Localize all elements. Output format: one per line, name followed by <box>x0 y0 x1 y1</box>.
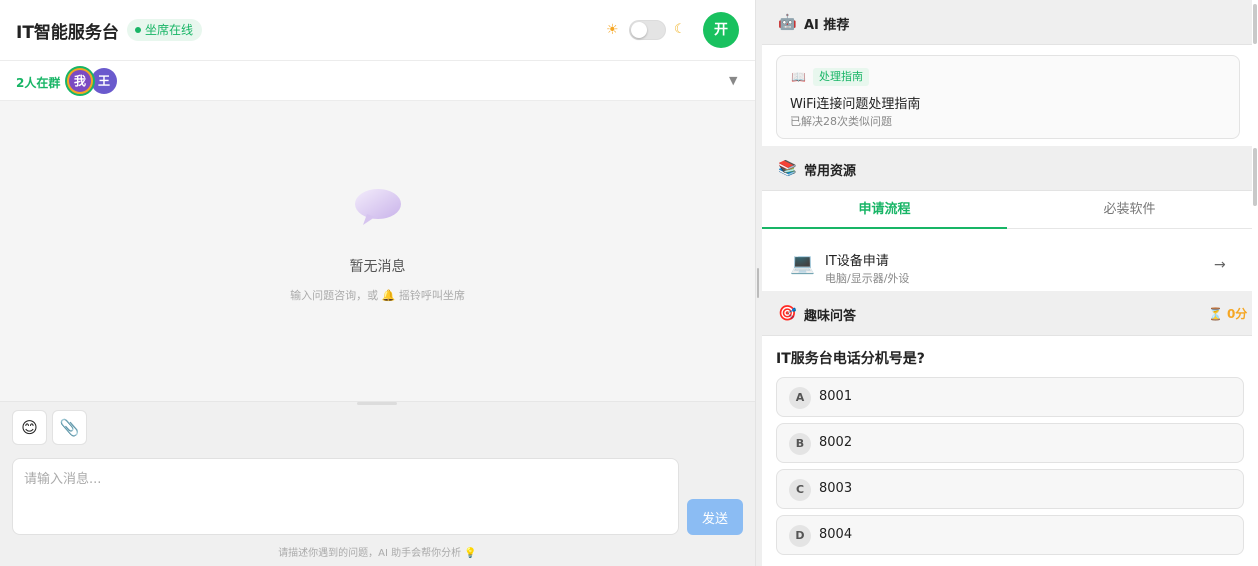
composer: 😊 📎 发送 请描述你遇到的问题，AI 助手会帮你分析 💡 <box>0 401 755 566</box>
quiz-option-c[interactable]: C 8003 <box>776 469 1244 509</box>
laptop-icon: 💻 <box>790 251 815 275</box>
toggle-knob <box>631 22 647 38</box>
members-count: 2人在群 <box>16 76 61 90</box>
side-panel: 🤖 AI 推荐 📖 处理指南 WiFi连接问题处理指南 已解决28次类似问题 📚… <box>762 0 1258 566</box>
quiz-question: IT服务台电话分机号是? <box>776 351 925 367</box>
members-bar[interactable]: 2人在群 我 王 ▼ <box>0 61 755 101</box>
option-text: 8004 <box>819 527 853 542</box>
tab-apply-process[interactable]: 申请流程 <box>762 191 1007 229</box>
emoji-button[interactable]: 😊 <box>12 410 47 445</box>
recommend-subtitle: 已解决28次类似问题 <box>790 115 892 128</box>
scrollbar-thumb[interactable] <box>1253 4 1257 44</box>
ai-section-title: AI 推荐 <box>804 18 850 33</box>
tab-required-software[interactable]: 必装软件 <box>1007 191 1252 229</box>
recommend-title: WiFi连接问题处理指南 <box>790 97 921 112</box>
option-text: 8002 <box>819 435 853 450</box>
bell-icon: 🔔 <box>381 289 396 302</box>
quiz-option-a[interactable]: A 8001 <box>776 377 1244 417</box>
resource-title: IT设备申请 <box>825 254 889 269</box>
chat-header: IT智能服务台 坐席在线 ☀ ☾ 开 <box>0 0 755 61</box>
composer-resize-handle[interactable] <box>357 402 397 405</box>
resource-subtitle: 电脑/显示器/外设 <box>825 272 910 285</box>
scrollbar-thumb[interactable] <box>1253 148 1257 206</box>
option-letter: B <box>789 433 811 455</box>
option-letter: D <box>789 525 811 547</box>
moon-icon: ☾ <box>674 22 686 37</box>
hourglass-icon: ⏳ <box>1208 307 1223 321</box>
chat-bubble-icon <box>355 189 401 225</box>
ai-section-header: 🤖 AI 推荐 <box>762 0 1252 45</box>
resource-item[interactable]: 💻 IT设备申请 电脑/显示器/外设 → <box>762 238 1252 290</box>
book-icon: 📖 <box>791 70 806 84</box>
robot-icon: 🤖 <box>778 13 797 31</box>
member-avatar-wang[interactable]: 王 <box>91 68 117 94</box>
recommend-tag: 处理指南 <box>813 68 869 86</box>
empty-title: 暂无消息 <box>349 259 406 275</box>
option-letter: C <box>789 479 811 501</box>
status-badge: 坐席在线 <box>127 19 203 41</box>
panel-splitter[interactable] <box>755 0 762 566</box>
splitter-grip[interactable] <box>757 268 759 298</box>
option-letter: A <box>789 387 811 409</box>
target-icon: 🎯 <box>778 304 797 322</box>
online-dot-icon <box>135 27 141 33</box>
chat-panel: IT智能服务台 坐席在线 ☀ ☾ 开 2人在群 我 王 ▼ 暂无消息 输入问题咨… <box>0 0 755 566</box>
quiz-score: ⏳ 0分 <box>1208 305 1247 322</box>
empty-hint: 输入问题咨询，或 🔔 摇铃呼叫坐席 <box>0 287 755 303</box>
send-button[interactable]: 发送 <box>687 499 743 535</box>
composer-hint: 请描述你遇到的问题，AI 助手会帮你分析 💡 <box>0 544 755 559</box>
empty-hint-text-2: 摇铃呼叫坐席 <box>398 289 465 302</box>
lightbulb-icon: 💡 <box>464 548 477 559</box>
page-title: IT智能服务台 <box>16 23 119 43</box>
recommend-card[interactable]: 📖 处理指南 WiFi连接问题处理指南 已解决28次类似问题 <box>776 55 1240 139</box>
sun-icon: ☀ <box>606 22 619 38</box>
option-text: 8003 <box>819 481 853 496</box>
theme-toggle[interactable] <box>629 20 666 40</box>
books-icon: 📚 <box>778 159 797 177</box>
composer-hint-text: 请描述你遇到的问题，AI 助手会帮你分析 <box>278 548 462 559</box>
member-avatar-me[interactable]: 我 <box>67 68 93 94</box>
empty-hint-text: 输入问题咨询，或 <box>290 289 379 302</box>
chevron-down-icon[interactable]: ▼ <box>729 74 737 87</box>
quiz-score-value: 0分 <box>1226 307 1248 321</box>
status-label: 坐席在线 <box>145 23 194 37</box>
arrow-right-icon: → <box>1214 257 1226 273</box>
quiz-option-b[interactable]: B 8002 <box>776 423 1244 463</box>
message-list: 暂无消息 输入问题咨询，或 🔔 摇铃呼叫坐席 <box>0 101 755 401</box>
quiz-option-d[interactable]: D 8004 <box>776 515 1244 555</box>
user-avatar[interactable]: 开 <box>703 12 739 48</box>
quiz-section-title: 趣味问答 <box>804 309 857 324</box>
quiz-section-header: 🎯 趣味问答 ⏳ 0分 <box>762 291 1252 336</box>
attach-button[interactable]: 📎 <box>52 410 87 445</box>
resource-tabs: 申请流程 必装软件 <box>762 191 1252 229</box>
resources-section-title: 常用资源 <box>804 164 857 179</box>
resources-section-header: 📚 常用资源 <box>762 146 1252 191</box>
message-input[interactable] <box>12 458 679 535</box>
option-text: 8001 <box>819 389 853 404</box>
